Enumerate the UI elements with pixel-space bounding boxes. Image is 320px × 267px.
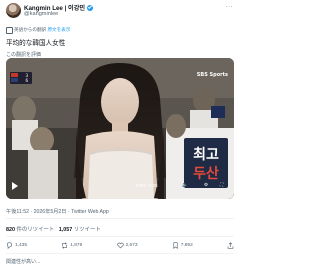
translation-note-text: 英語からの翻訳	[14, 27, 47, 32]
translation-note: 英語からの翻訳 原文を表示	[14, 27, 70, 33]
reply-icon	[7, 242, 12, 249]
heart-icon	[116, 242, 124, 249]
more-options-icon[interactable]: ···	[226, 4, 234, 10]
retweet-count-label[interactable]: 件のリツイート	[17, 227, 55, 233]
tweet-time[interactable]: 午後11:52	[6, 209, 29, 215]
bookmark-icon	[173, 242, 178, 249]
author-handle[interactable]: @kangminlee	[24, 11, 58, 17]
video-player[interactable]: 최고 두산 3 6 SBS Sports 0:00 / 0:05 🔈 ⚙ ⛶	[6, 58, 234, 199]
show-original-link[interactable]: 原文を表示	[47, 27, 70, 32]
like-count-label[interactable]: リツイート	[74, 227, 101, 233]
tweet-source: Twitter Web App	[71, 209, 109, 215]
avatar[interactable]	[6, 3, 21, 18]
settings-icon[interactable]: ⚙	[204, 182, 208, 188]
bookmark-button[interactable]: 7,892	[172, 242, 193, 249]
svg-text:최고: 최고	[193, 147, 219, 163]
watermark: SBS Sports	[197, 72, 228, 78]
reply-sort-label[interactable]: 関連性が高い...	[6, 258, 40, 265]
like-button[interactable]: 2,673	[116, 242, 138, 249]
tweet-meta: 午後11:52 · 2026年5月2日 · Twitter Web App	[6, 209, 109, 215]
bookmark-count: 7,892	[180, 243, 193, 248]
video-time: 0:00 / 0:05	[136, 183, 158, 188]
divider	[6, 253, 234, 254]
svg-text:두산: 두산	[193, 165, 219, 182]
rate-translation-link[interactable]: この翻訳を評価	[6, 51, 41, 58]
like-count[interactable]: 1,057	[59, 227, 73, 233]
fullscreen-icon[interactable]: ⛶	[220, 182, 223, 187]
share-button[interactable]	[227, 242, 234, 249]
reply-count: 1,435	[15, 243, 28, 248]
divider	[6, 218, 234, 219]
tweet-text: 平均的な韓国人女性	[6, 40, 66, 47]
translate-icon	[6, 27, 13, 34]
verified-badge-icon	[87, 4, 94, 11]
volume-icon[interactable]: 🔈	[182, 182, 188, 188]
reply-button[interactable]: 1,435	[6, 242, 27, 249]
retweet-icon	[62, 242, 68, 249]
like-action-count: 2,673	[125, 243, 138, 248]
share-icon	[227, 242, 234, 249]
retweet-button[interactable]: 1,876	[61, 242, 82, 249]
action-bar: 1,435 1,876 2,673 7,892	[6, 242, 234, 249]
retweet-count[interactable]: 820	[6, 227, 15, 233]
divider	[6, 236, 234, 237]
tweet-date[interactable]: 2026年5月2日	[34, 209, 67, 215]
tweet-stats: 820 件のリツイート 1,057 リツイート	[6, 225, 101, 233]
video-frame: 최고 두산 3 6 SBS Sports	[6, 58, 234, 199]
retweet-action-count: 1,876	[70, 243, 83, 248]
